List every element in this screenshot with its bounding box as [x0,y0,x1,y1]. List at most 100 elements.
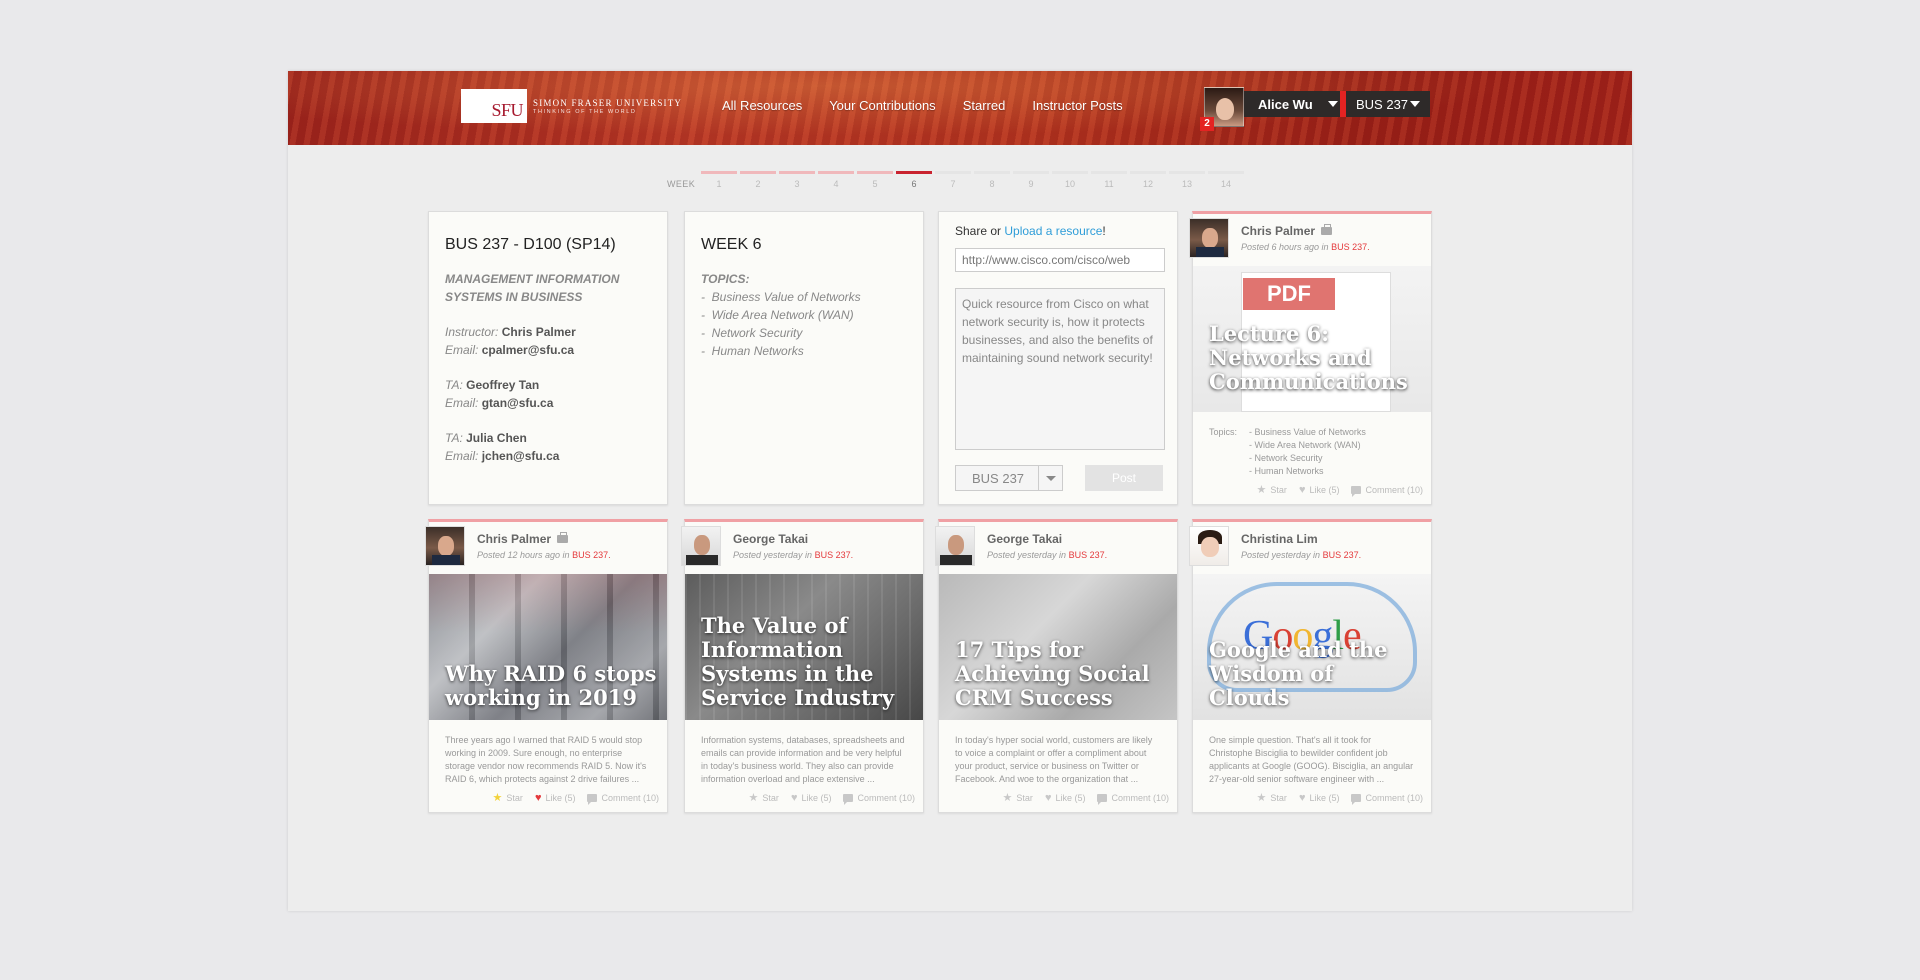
author-name[interactable]: Chris Palmer [1241,224,1333,238]
star-button[interactable]: ★ Star [1257,791,1287,804]
resource-card[interactable]: George Takai Posted yesterday in BUS 237… [935,519,1178,813]
post-button[interactable]: Post [1085,465,1163,491]
star-button[interactable]: ★ Star [493,791,523,804]
instructor-email[interactable]: cpalmer@sfu.ca [482,343,574,357]
comment-button[interactable]: Comment (10) [843,793,915,805]
comment-icon [843,793,854,805]
post-header: Chris Palmer Posted 6 hours ago in BUS 2… [1189,214,1431,266]
notification-badge[interactable]: 2 [1200,117,1214,131]
comment-button[interactable]: Comment (10) [587,793,659,805]
week-5[interactable]: 5 [857,171,893,189]
resource-card[interactable]: Chris Palmer Posted 6 hours ago in BUS 2… [1189,211,1432,505]
author-avatar[interactable] [1189,526,1229,566]
week-12[interactable]: 12 [1130,171,1166,189]
week-4[interactable]: 4 [818,171,854,189]
resource-thumbnail[interactable]: 17 Tips for Achieving Social CRM Success [939,574,1177,720]
author-name[interactable]: Christina Lim [1241,532,1318,546]
nav-your-contributions[interactable]: Your Contributions [829,98,935,113]
star-button[interactable]: ★ Star [1257,483,1287,496]
like-button[interactable]: ♥ Like (5) [1299,484,1340,496]
post-course[interactable]: BUS 237. [1323,550,1362,560]
resource-card[interactable]: Christina Lim Posted yesterday in BUS 23… [1189,519,1432,813]
comment-button[interactable]: Comment (10) [1351,485,1423,497]
week-6[interactable]: 6 [896,171,932,189]
description-input[interactable]: Quick resource from Cisco on what networ… [955,288,1165,450]
course-select[interactable]: BUS 237 [955,465,1063,491]
author-name[interactable]: Chris Palmer [477,532,569,546]
resource-title[interactable]: Lecture 6: Networks and Communications [1209,322,1421,394]
post-header: George Takai Posted yesterday in BUS 237… [935,522,1177,574]
like-button[interactable]: ♥ Like (5) [1045,792,1086,804]
sfu-logo[interactable]: SFU Simon Fraser University Thinking of … [461,89,682,123]
author-avatar[interactable] [681,526,721,566]
heart-icon: ♥ [1044,791,1052,804]
resource-title[interactable]: 17 Tips for Achieving Social CRM Success [955,638,1167,710]
topic-item: - Wide Area Network (WAN) [701,308,854,322]
resource-topics: Topics: - Business Value of Networks - Wid… [1209,427,1366,476]
star-icon: ★ [492,792,503,804]
post-actions: ★ Star ♥ Like (5) Comment (10) [493,791,659,805]
author-name[interactable]: George Takai [987,532,1062,546]
comment-icon [1097,793,1108,805]
ta2-email[interactable]: jchen@sfu.ca [482,449,560,463]
post-course[interactable]: BUS 237. [815,550,854,560]
resource-thumbnail[interactable]: PDF Lecture 6: Networks and Communicatio… [1193,266,1431,412]
url-input[interactable] [955,248,1165,272]
post-header: Christina Lim Posted yesterday in BUS 23… [1189,522,1431,574]
like-button[interactable]: ♥ Like (5) [535,792,576,804]
instructor-briefcase-icon [557,532,569,543]
nav-instructor-posts[interactable]: Instructor Posts [1032,98,1122,113]
share-heading: Share or Upload a resource! [955,224,1106,238]
instructor-briefcase-icon [1321,224,1333,235]
resource-card[interactable]: George Takai Posted yesterday in BUS 237… [681,519,924,813]
week-2[interactable]: 2 [740,171,776,189]
resource-card[interactable]: Chris Palmer Posted 12 hours ago in BUS … [425,519,668,813]
upload-resource-link[interactable]: Upload a resource [1004,224,1102,238]
nav-starred[interactable]: Starred [963,98,1006,113]
star-icon: ★ [1256,792,1267,804]
post-course[interactable]: BUS 237. [1331,242,1370,252]
post-course[interactable]: BUS 237. [572,550,611,560]
course-dropdown[interactable]: BUS 237 [1340,91,1430,117]
resource-title[interactable]: Google and the Wisdom of Clouds [1209,638,1421,710]
author-name[interactable]: George Takai [733,532,808,546]
comment-button[interactable]: Comment (10) [1351,793,1423,805]
week-9[interactable]: 9 [1013,171,1049,189]
resource-thumbnail[interactable]: Google Google and the Wisdom of Clouds [1193,574,1431,720]
nav-all-resources[interactable]: All Resources [722,98,802,113]
pdf-badge: PDF [1243,278,1335,310]
week-10[interactable]: 10 [1052,171,1088,189]
app-window: SFU Simon Fraser University Thinking of … [288,71,1632,911]
comment-button[interactable]: Comment (10) [1097,793,1169,805]
week-7[interactable]: 7 [935,171,971,189]
like-button[interactable]: ♥ Like (5) [791,792,832,804]
week-14[interactable]: 14 [1208,171,1244,189]
resource-title[interactable]: The Value of Information Systems in the … [701,614,913,710]
author-avatar[interactable] [1189,218,1229,258]
week-info-card: WEEK 6 TOPICS: - Business Value of Netwo… [684,211,924,505]
ta1-email[interactable]: gtan@sfu.ca [482,396,554,410]
author-avatar[interactable] [425,526,465,566]
author-avatar[interactable] [935,526,975,566]
week-title: WEEK 6 [701,236,762,253]
week-3[interactable]: 3 [779,171,815,189]
week-label: WEEK [667,179,696,189]
star-button[interactable]: ★ Star [1003,791,1033,804]
week-13[interactable]: 13 [1169,171,1205,189]
instructor-email-line: Email: cpalmer@sfu.ca [445,343,575,357]
logo-name: Simon Fraser University [533,97,683,108]
star-button[interactable]: ★ Star [749,791,779,804]
week-1[interactable]: 1 [701,171,737,189]
resource-title[interactable]: Why RAID 6 stops working in 2019 [445,662,657,710]
post-course[interactable]: BUS 237. [1069,550,1108,560]
post-header: Chris Palmer Posted 12 hours ago in BUS … [425,522,667,574]
week-11[interactable]: 11 [1091,171,1127,189]
resource-thumbnail[interactable]: The Value of Information Systems in the … [685,574,923,720]
resource-thumbnail[interactable]: Why RAID 6 stops working in 2019 [429,574,667,720]
post-actions: ★ Star ♥ Like (5) Comment (10) [1257,791,1423,805]
week-8[interactable]: 8 [974,171,1010,189]
topics-heading: TOPICS: [701,272,750,286]
like-button[interactable]: ♥ Like (5) [1299,792,1340,804]
user-dropdown[interactable]: Alice Wu [1244,91,1348,117]
instructor-line: Instructor: Chris Palmer [445,325,576,339]
